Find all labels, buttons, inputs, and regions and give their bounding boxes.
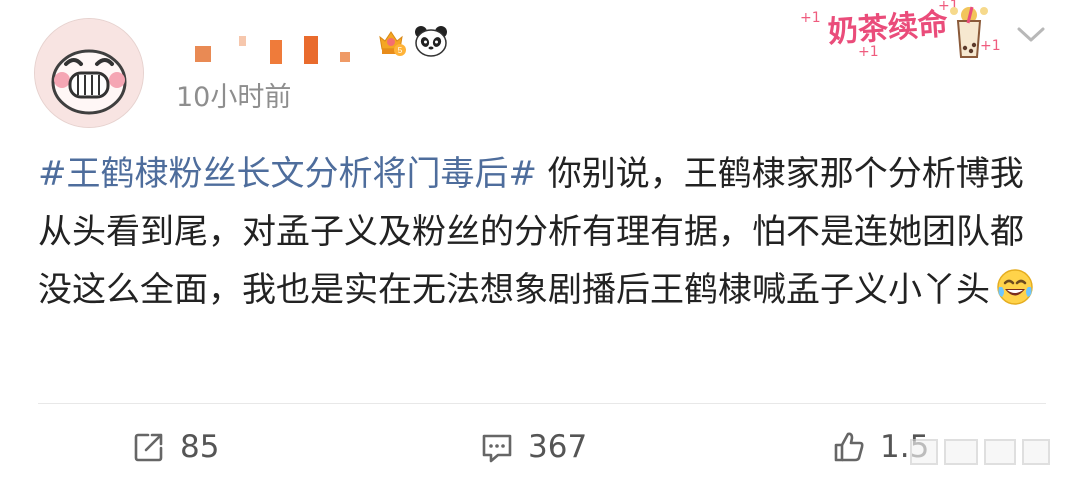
- post-content: #王鹤棣粉丝长文分析将门毒后# 你别说，王鹤棣家那个分析博我从头看到尾，对孟子义…: [38, 145, 1048, 319]
- watermark-glyph: [944, 439, 978, 465]
- comment-button[interactable]: 367: [480, 423, 587, 471]
- watermark-glyph: [910, 439, 938, 465]
- redaction-block: [195, 46, 211, 62]
- watermark-glyph: [984, 439, 1016, 465]
- avatar[interactable]: [34, 18, 144, 128]
- cartoon-face-avatar-icon: [35, 19, 143, 127]
- redaction-block: [239, 36, 246, 46]
- redaction-block: [270, 40, 282, 64]
- username-redacted[interactable]: [195, 28, 365, 70]
- post-timestamp: 10小时前: [176, 82, 292, 113]
- watermark-glyph: [1022, 439, 1050, 465]
- thumbs-up-icon: [834, 432, 864, 462]
- share-icon: [134, 433, 163, 462]
- crown-level-badge-icon[interactable]: 5: [375, 26, 407, 58]
- panda-badge-icon[interactable]: [413, 24, 449, 58]
- hashtag-link[interactable]: #王鹤棣粉丝长文分析将门毒后#: [38, 154, 537, 194]
- sticker-plus-one: +1: [800, 10, 821, 26]
- redaction-block: [304, 36, 318, 64]
- comment-count: 367: [528, 429, 588, 465]
- milk-tea-sticker[interactable]: +1 +1 +1 +1 奶茶续命: [800, 0, 1001, 66]
- share-button[interactable]: 85: [132, 423, 219, 471]
- laughing-tears-emoji-icon: [996, 266, 1034, 305]
- milk-tea-cup-icon: [950, 6, 988, 58]
- divider: [38, 403, 1046, 404]
- chevron-down-icon[interactable]: [1016, 26, 1046, 44]
- redaction-block: [340, 52, 350, 62]
- share-count: 85: [180, 429, 220, 465]
- watermark-logo: [900, 433, 1068, 467]
- sticker-caption: 奶茶续命: [826, 6, 950, 51]
- svg-text:5: 5: [398, 46, 403, 55]
- comment-icon: [482, 434, 512, 463]
